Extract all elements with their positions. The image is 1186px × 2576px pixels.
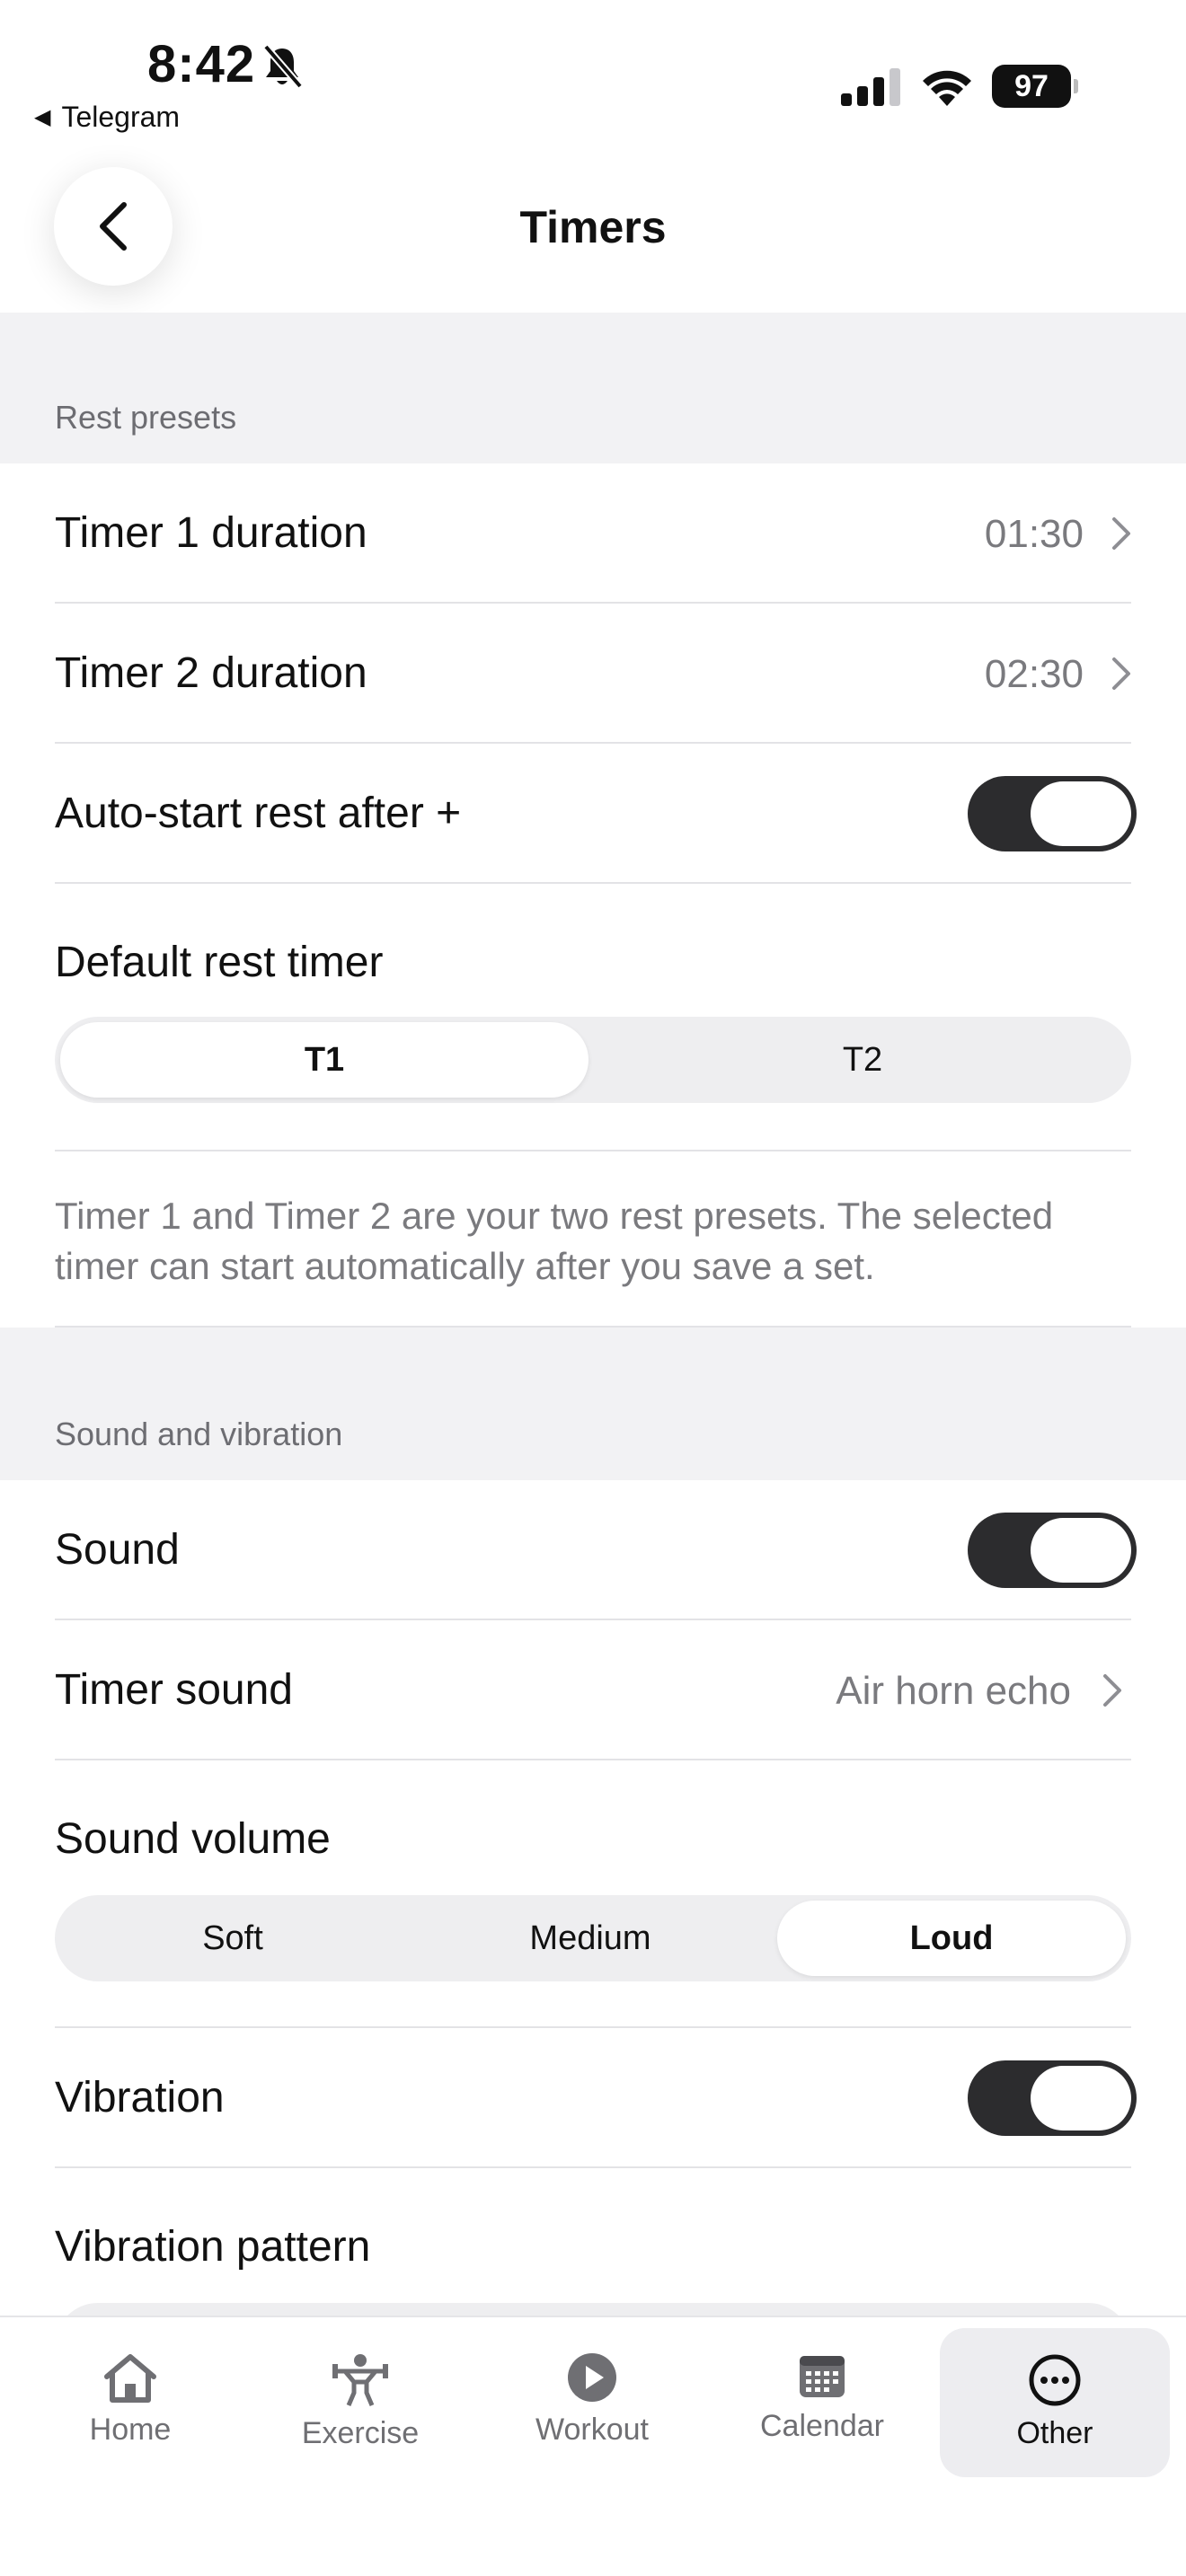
weightlifter-icon (332, 2354, 388, 2406)
vibration-pattern-row: Vibration pattern (0, 2168, 1186, 2316)
segment-soft[interactable]: Soft (55, 1895, 411, 1981)
row-label: Sound (55, 1526, 180, 1574)
sound-row: Sound (0, 1480, 1186, 1620)
row-label: Vibration (55, 2074, 225, 2122)
row-label: Sound volume (55, 1815, 331, 1863)
chevron-right-icon (1103, 1674, 1121, 1707)
tab-bar: Home Exercise Workout Calendar Other (0, 2316, 1186, 2576)
timer2-duration-row[interactable]: Timer 2 duration 02:30 (0, 604, 1186, 744)
back-triangle-icon: ◀ (34, 105, 51, 129)
tab-label: Calendar (760, 2409, 884, 2443)
tab-label: Exercise (301, 2416, 420, 2450)
rest-presets-note-row: Timer 1 and Timer 2 are your two rest pr… (0, 1151, 1186, 1328)
vibration-pattern-segmented-control[interactable] (55, 2303, 1131, 2316)
timer1-duration-row[interactable]: Timer 1 duration 01:30 (0, 463, 1186, 604)
tab-label: Workout (535, 2413, 649, 2447)
row-label: Default rest timer (55, 939, 384, 986)
nav-header: Timers (0, 144, 1186, 313)
play-circle-icon (568, 2353, 616, 2402)
segment-t2[interactable]: T2 (594, 1017, 1131, 1103)
battery-level: 97 (992, 65, 1071, 108)
back-to-app-link[interactable]: ◀ Telegram (34, 101, 180, 134)
chevron-right-icon (1112, 657, 1130, 690)
rest-presets-note: Timer 1 and Timer 2 are your two rest pr… (55, 1195, 1054, 1287)
default-rest-timer-row: Default rest timer T1 T2 (0, 884, 1186, 1150)
row-label: Vibration pattern (55, 2223, 371, 2271)
row-label: Timer sound (55, 1666, 293, 1714)
timer-sound-value: Air horn echo (836, 1669, 1071, 1713)
calendar-icon (800, 2356, 845, 2397)
sound-volume-row: Sound volume Soft Medium Loud (0, 1760, 1186, 2026)
status-bar: 8:42 ◀ Telegram 97 (0, 0, 1186, 144)
more-circle-icon (1029, 2354, 1081, 2406)
auto-start-toggle[interactable] (968, 776, 1137, 851)
back-app-label: Telegram (61, 101, 181, 133)
tab-label: Other (1016, 2416, 1093, 2450)
tab-exercise[interactable]: Exercise (248, 2317, 473, 2497)
section-label: Rest presets (55, 399, 237, 436)
vibration-toggle[interactable] (968, 2060, 1137, 2136)
segment-loud[interactable]: Loud (777, 1901, 1126, 1976)
section-header-sound-vibration: Sound and vibration (0, 1328, 1186, 1480)
row-label: Timer 2 duration (55, 649, 367, 697)
tab-workout[interactable]: Workout (480, 2317, 704, 2497)
tab-other[interactable]: Other (940, 2328, 1170, 2477)
page-title: Timers (519, 202, 667, 252)
timer1-value: 01:30 (984, 512, 1084, 556)
segment-medium[interactable]: Medium (412, 1895, 768, 1981)
row-label: Timer 1 duration (55, 509, 367, 557)
status-time: 8:42 (147, 35, 256, 93)
battery-icon: 97 (992, 65, 1078, 108)
wifi-icon (923, 70, 971, 106)
volume-segmented-control: Soft Medium Loud (55, 1895, 1131, 1981)
timer-sound-row[interactable]: Timer sound Air horn echo (0, 1620, 1186, 1760)
segment-t1[interactable]: T1 (60, 1022, 589, 1098)
chevron-right-icon (1112, 517, 1130, 550)
timer2-value: 02:30 (984, 652, 1084, 696)
tab-home[interactable]: Home (18, 2317, 243, 2497)
section-header-rest-presets: Rest presets (0, 313, 1186, 463)
cellular-signal-icon (841, 68, 900, 106)
vibration-row: Vibration (0, 2028, 1186, 2168)
row-label: Auto-start rest after + (55, 790, 462, 837)
section-label: Sound and vibration (55, 1416, 343, 1452)
home-icon (104, 2354, 156, 2403)
sound-toggle[interactable] (968, 1513, 1137, 1588)
auto-start-row: Auto-start rest after + (0, 744, 1186, 884)
tab-label: Home (89, 2413, 172, 2447)
default-timer-segmented-control: T1 T2 (55, 1017, 1131, 1103)
tab-calendar[interactable]: Calendar (710, 2317, 934, 2497)
bell-slash-icon (262, 44, 304, 89)
